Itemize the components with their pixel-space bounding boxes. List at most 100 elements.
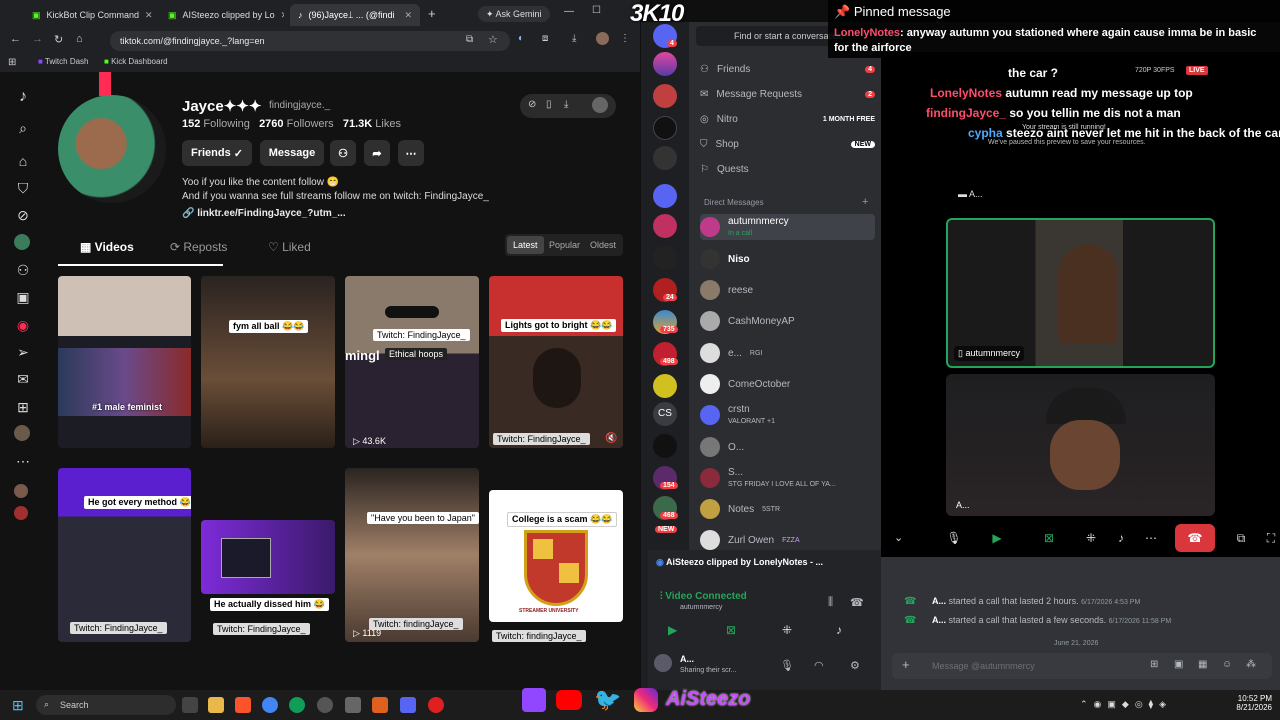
dm-item[interactable]: O...: [700, 434, 875, 460]
address-bar[interactable]: tiktok.com/@findingjayce._?lang=en: [110, 31, 510, 51]
more-icon[interactable]: ⋯: [1142, 529, 1160, 547]
account-avatar[interactable]: [14, 506, 28, 520]
app-icon[interactable]: [345, 697, 361, 713]
settings-icon[interactable]: ⚙: [850, 659, 860, 672]
discord-icon[interactable]: [400, 697, 416, 713]
camera-icon[interactable]: ▶: [988, 529, 1006, 547]
self-avatar[interactable]: [654, 654, 672, 672]
server-icon[interactable]: [653, 184, 677, 208]
history-user[interactable]: A...: [932, 596, 946, 606]
video-thumbnail[interactable]: #1 male feminist: [58, 276, 191, 448]
more-icon[interactable]: ⋯: [14, 452, 32, 470]
search-icon[interactable]: ⌕: [14, 119, 32, 137]
dm-item[interactable]: S... STG FRIDAY I LOVE ALL OF YA...: [700, 465, 875, 491]
following-avatar[interactable]: [14, 234, 30, 250]
server-icon[interactable]: [653, 214, 677, 238]
task-view-icon[interactable]: [182, 697, 198, 713]
profile-avatar[interactable]: [596, 32, 609, 45]
new-tab-icon[interactable]: +: [428, 6, 436, 21]
microphone-icon[interactable]: 🎙: [780, 659, 794, 672]
dm-item[interactable]: e... RGI: [700, 340, 875, 366]
activities-icon[interactable]: ⁜: [1082, 529, 1100, 547]
tab-kickbot[interactable]: ▣ KickBot Clip Command ✕: [24, 4, 154, 26]
video-thumbnail[interactable]: Twitch: FindingJayce_ mingl Ethical hoop…: [345, 276, 479, 448]
windows-start-icon[interactable]: ⊞: [12, 697, 24, 714]
edge-icon[interactable]: [289, 697, 305, 713]
video-thumbnail[interactable]: College is a scam 😂😂 STREAMER UNIVERSITY: [489, 490, 623, 622]
video-tile[interactable]: ▯ autumnmercy: [946, 218, 1215, 368]
back-icon[interactable]: ←: [10, 33, 21, 45]
tab-videos[interactable]: ▦ Videos: [80, 240, 134, 254]
account-avatar[interactable]: [14, 484, 28, 498]
bookmark-twitch[interactable]: ■ Twitch Dash: [38, 57, 89, 66]
upload-icon[interactable]: ⊞: [14, 398, 32, 416]
download-icon[interactable]: ⤓: [564, 99, 568, 110]
disconnect-icon[interactable]: ☎: [850, 596, 864, 609]
dm-item[interactable]: autumnmercy In a call: [700, 214, 875, 240]
following-label[interactable]: Following: [203, 118, 249, 130]
video-thumbnail[interactable]: [201, 520, 335, 594]
activities-icon[interactable]: ⁜: [782, 623, 792, 637]
video-thumbnail[interactable]: "Have you been to Japan" Twitch: finding…: [345, 468, 479, 642]
dm-item[interactable]: reese: [700, 277, 875, 303]
gif-icon[interactable]: ▣: [1174, 659, 1183, 670]
server-icon[interactable]: [653, 52, 677, 76]
server-icon[interactable]: [653, 246, 677, 270]
minimize-icon[interactable]: —: [564, 6, 574, 17]
chrome-icon[interactable]: [262, 697, 278, 713]
profile-link[interactable]: 🔗 linktr.ee/FindingJayce_?utm_...: [182, 208, 346, 219]
install-icon[interactable]: ⧉: [466, 34, 473, 45]
video-tile[interactable]: A...: [946, 374, 1215, 516]
clip-notice[interactable]: ◉ AiSteezo clipped by LonelyNotes - ...: [656, 557, 874, 568]
nav-nitro[interactable]: ◎ Nitro 1 MONTH FREE: [700, 106, 875, 132]
camera-icon[interactable]: ▶: [668, 623, 677, 637]
extension-icon[interactable]: ◐: [518, 33, 524, 44]
friends-button[interactable]: Friends ✓: [182, 140, 252, 166]
explore-icon[interactable]: ⊘: [14, 206, 32, 224]
inbox-icon[interactable]: ✉: [14, 370, 32, 388]
gift-icon[interactable]: ⊞: [1150, 659, 1158, 670]
sort-popular[interactable]: Popular: [549, 240, 580, 250]
add-dm-icon[interactable]: +: [862, 196, 868, 208]
server-icon[interactable]: [653, 374, 677, 398]
app-icon[interactable]: [372, 697, 388, 713]
system-tray[interactable]: ⌃◉▣◆◎⧫◈: [1080, 699, 1172, 710]
dm-item[interactable]: CashMoneyAP: [700, 308, 875, 334]
taskbar-search[interactable]: ⌕ Search: [36, 695, 176, 715]
apps-icon[interactable]: ⊞: [8, 57, 16, 68]
file-explorer-icon[interactable]: [208, 697, 224, 713]
ask-gemini-button[interactable]: ✦ Ask Gemini: [478, 6, 550, 22]
popout-icon[interactable]: ⧉: [1232, 529, 1250, 547]
dm-item[interactable]: Niso: [700, 246, 875, 272]
maximize-icon[interactable]: ☐: [592, 5, 601, 16]
menu-icon[interactable]: ⋮: [620, 33, 630, 44]
tab-tiktok[interactable]: ♪ (96)Jayce⟘ ... (@findi ✕: [290, 4, 420, 26]
nav-quests[interactable]: ⚐ Quests: [700, 156, 875, 182]
settings-icon[interactable]: ⊘: [528, 99, 536, 110]
followers-label[interactable]: Followers: [287, 118, 334, 130]
hang-up-button[interactable]: ☎: [1175, 524, 1215, 552]
obs-icon[interactable]: [428, 697, 444, 713]
screen-share-icon[interactable]: ⊠: [726, 623, 736, 637]
share-icon[interactable]: ➦: [364, 140, 390, 166]
microphone-icon[interactable]: 🎙: [945, 529, 963, 547]
tab-reposts[interactable]: ⟳ Reposts: [170, 240, 227, 254]
sticker-icon[interactable]: ▦: [1198, 659, 1207, 670]
attach-icon[interactable]: +: [902, 657, 910, 672]
video-thumbnail[interactable]: He got every method 😂😂 Twitch: FindingJa…: [58, 468, 191, 642]
friends-icon[interactable]: ⚇: [14, 261, 32, 279]
profile-avatar[interactable]: [592, 97, 608, 113]
server-icon[interactable]: [653, 84, 677, 108]
server-icon[interactable]: CS: [653, 402, 677, 426]
more-icon[interactable]: ⋯: [398, 140, 424, 166]
puzzle-icon[interactable]: ⧈: [542, 33, 548, 44]
close-icon[interactable]: ✕: [404, 10, 412, 21]
video-thumbnail[interactable]: Lights got to bright 😂😂 Twitch: FindingJ…: [489, 276, 623, 448]
soundboard-icon[interactable]: ♪: [836, 623, 842, 637]
tab-liked[interactable]: ♡ Liked: [268, 240, 311, 254]
nav-shop[interactable]: ⛉ Shop NEW: [700, 131, 875, 157]
live-icon[interactable]: ▣: [14, 288, 32, 306]
server-icon[interactable]: [653, 146, 677, 170]
sort-latest[interactable]: Latest: [507, 236, 544, 254]
home-icon[interactable]: ⌂: [14, 152, 32, 170]
